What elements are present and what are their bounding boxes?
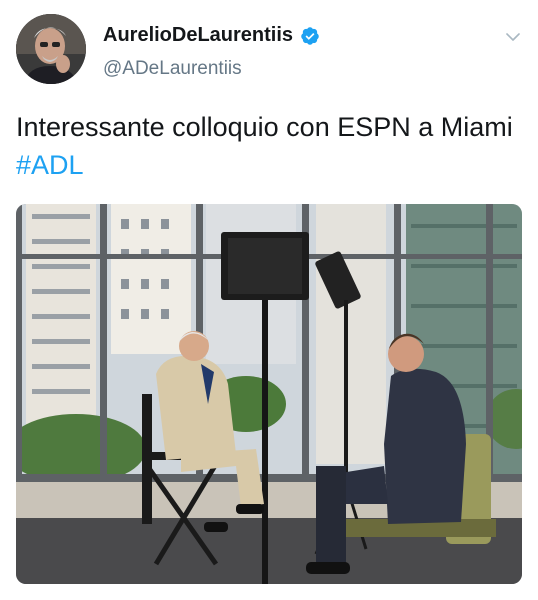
author-handle[interactable]: @ADeLaurentiis — [103, 58, 242, 80]
tweet-media-photo[interactable] — [16, 204, 522, 584]
tweet-body-text: Interessante colloquio con ESPN a Miami — [16, 112, 513, 142]
author-display-name[interactable]: AurelioDeLaurentiis — [103, 24, 293, 47]
chevron-down-icon[interactable] — [504, 28, 522, 46]
verified-badge-icon — [301, 26, 319, 45]
hashtag-link[interactable]: #ADL — [16, 150, 84, 180]
interview-photo — [16, 204, 522, 584]
author-name-row[interactable]: AurelioDeLaurentiis — [103, 24, 320, 47]
tweet-text: Interessante colloquio con ESPN a Miami … — [16, 108, 516, 184]
author-avatar[interactable] — [16, 14, 86, 84]
tweet-card[interactable]: AurelioDeLaurentiis @ADeLaurentiis Inter… — [0, 0, 538, 600]
avatar-image — [16, 14, 86, 84]
